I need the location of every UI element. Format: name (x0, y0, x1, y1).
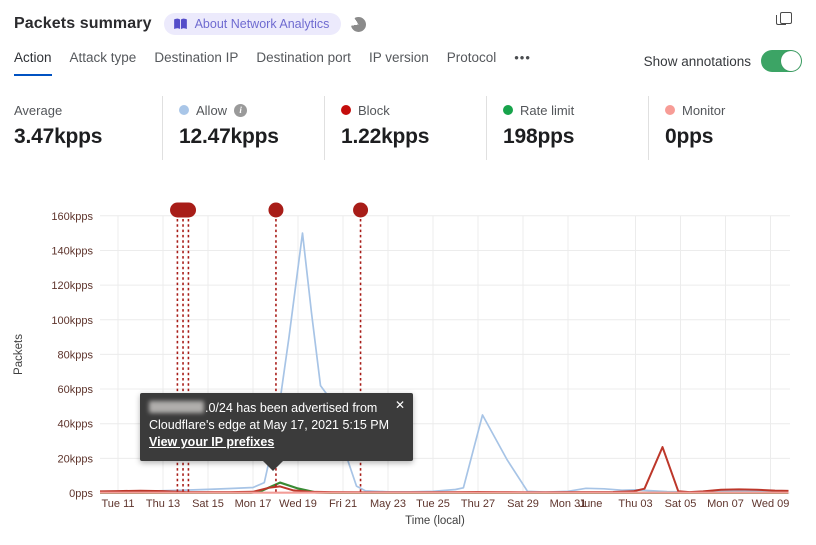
x-tick-label: Tue 25 (416, 498, 450, 510)
tooltip-line-2: Cloudflare's edge at May 17, 2021 5:15 P… (149, 418, 390, 432)
page-title: Packets summary (14, 15, 152, 32)
x-tick-label: Sat 15 (192, 498, 224, 510)
chart-canvas: 0pps 20kpps 40kpps 60kpps 80kpps 100kpps 120kp… (13, 202, 790, 527)
x-tick-label: Thu 03 (618, 498, 652, 510)
pie-chart-icon[interactable] (351, 16, 367, 32)
x-tick-label: Wed 09 (752, 498, 790, 510)
stat-label: Average (14, 102, 63, 118)
about-network-analytics-badge[interactable]: About Network Analytics (163, 13, 342, 35)
stat-value: 12.47kpps (179, 125, 279, 148)
tab-ip-version[interactable]: IP version (369, 50, 429, 74)
x-tick-label: Thu 27 (461, 498, 495, 510)
annotation-marker[interactable] (353, 202, 369, 218)
tab-attack-type[interactable]: Attack type (70, 50, 137, 74)
stat-value: 198pps (503, 125, 575, 148)
block-dot-icon (341, 105, 351, 115)
stat-rate-limit: Rate limit 198pps (486, 96, 648, 160)
x-tick-label: Wed 19 (279, 498, 317, 510)
annotation-marker[interactable] (268, 202, 284, 218)
tab-destination-ip[interactable]: Destination IP (154, 50, 238, 74)
x-tick-label: Mon 17 (235, 498, 272, 510)
y-tick-label: 40kpps (58, 419, 94, 431)
redacted-ip-prefix (149, 401, 204, 413)
y-tick-label: 20kpps (58, 453, 94, 465)
copy-icon[interactable] (776, 12, 792, 25)
tab-destination-port[interactable]: Destination port (256, 50, 351, 74)
y-tick-label: 100kpps (51, 315, 93, 327)
tooltip-arrow (262, 460, 284, 471)
show-annotations-toggle[interactable] (761, 50, 802, 72)
y-tick-label: 0pps (69, 488, 93, 500)
x-tick-label: Sat 29 (507, 498, 539, 510)
y-tick-label: 140kpps (51, 245, 93, 257)
stat-value: 3.47kpps (14, 125, 103, 148)
rate-limit-dot-icon (503, 105, 513, 115)
y-axis-caption: Packets (13, 334, 25, 375)
stat-label: Monitor (682, 102, 726, 118)
y-tick-label: 120kpps (51, 280, 93, 292)
y-tick-label: 160kpps (51, 211, 93, 223)
stat-label: Block (358, 102, 390, 118)
monitor-dot-icon (665, 105, 675, 115)
toggle-knob (781, 51, 801, 71)
stat-label: Rate limit (520, 102, 575, 118)
stat-value: 1.22kpps (341, 125, 430, 148)
annotation-cluster-marker[interactable] (170, 202, 197, 218)
stat-monitor: Monitor 0pps (648, 96, 810, 160)
panel-header: Packets summary About Network Analytics (14, 10, 802, 38)
dimension-tabs: Action Attack type Destination IP Destin… (14, 50, 802, 80)
info-icon[interactable]: i (234, 103, 248, 117)
stat-label: Allow (196, 102, 228, 118)
y-tick-label: 80kpps (58, 349, 94, 361)
stat-average: Average 3.47kpps (14, 96, 162, 160)
allow-dot-icon (179, 105, 189, 115)
more-tabs-icon[interactable]: ••• (514, 50, 531, 74)
tab-action[interactable]: Action (14, 50, 52, 76)
x-tick-label: Tue 11 (101, 498, 134, 510)
about-badge-label: About Network Analytics (194, 17, 330, 31)
x-tick-label: May 23 (370, 498, 406, 510)
x-tick-label: Thu 13 (146, 498, 180, 510)
stat-allow: Allow i 12.47kpps (162, 96, 324, 160)
y-tick-label: 60kpps (58, 384, 94, 396)
packets-time-series-chart: 0pps 20kpps 40kpps 60kpps 80kpps 100kpps 120kp… (0, 190, 816, 545)
annotation-tooltip: .0/24 has been advertised from Cloudflar… (140, 393, 413, 471)
stats-row: Average 3.47kpps Allow i 12.47kpps Block… (14, 96, 816, 160)
x-tick-label: June (579, 498, 603, 510)
show-annotations-label: Show annotations (643, 53, 751, 69)
close-icon[interactable]: ✕ (395, 398, 405, 412)
x-tick-label: Sat 05 (665, 498, 697, 510)
packets-summary-panel: Packets summary About Network Analytics … (0, 0, 816, 545)
x-tick-label: Mon 07 (707, 498, 744, 510)
stat-value: 0pps (665, 125, 714, 148)
x-tick-label: Fri 21 (329, 498, 357, 510)
x-axis-caption: Time (local) (405, 515, 465, 527)
view-ip-prefixes-link[interactable]: View your IP prefixes (149, 435, 274, 449)
show-annotations-control: Show annotations (644, 50, 802, 72)
tooltip-line-1: .0/24 has been advertised from (149, 400, 387, 417)
book-icon (173, 17, 188, 31)
tab-protocol[interactable]: Protocol (447, 50, 497, 74)
stat-block: Block 1.22kpps (324, 96, 486, 160)
